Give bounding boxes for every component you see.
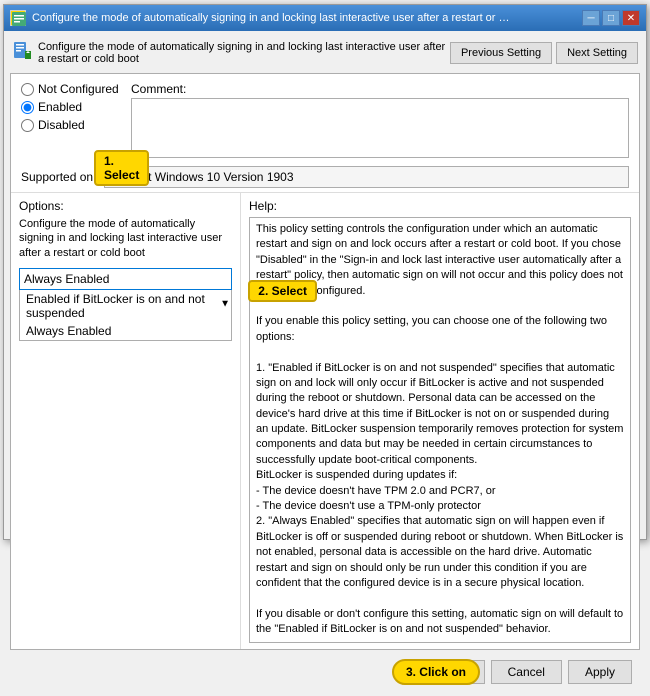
help-panel: Help: This policy setting controls the c… — [241, 193, 639, 649]
dropdown-value: Always Enabled — [24, 269, 109, 289]
radio-disabled[interactable]: Disabled — [21, 118, 121, 132]
dropdown-wrapper: Always Enabled ▼ Enabled if BitLocker is… — [19, 268, 232, 341]
main-panel: Not Configured Enabled 1. Select Disable… — [10, 73, 640, 650]
enabled-label: Enabled — [38, 100, 82, 114]
radio-group: Not Configured Enabled 1. Select Disable… — [21, 82, 121, 132]
minimize-button[interactable]: ─ — [582, 10, 600, 26]
dropdown-option-2[interactable]: Always Enabled — [20, 322, 231, 340]
options-title: Options: — [19, 199, 232, 213]
help-title: Help: — [249, 199, 631, 213]
comment-textarea[interactable] — [131, 98, 629, 158]
window-icon — [10, 10, 26, 26]
window-controls: ─ □ ✕ — [582, 10, 640, 26]
dropdown-option-1[interactable]: Enabled if BitLocker is on and not suspe… — [20, 290, 231, 322]
callout-3-badge: 3. Click on — [392, 659, 480, 685]
cancel-button[interactable]: Cancel — [491, 660, 562, 684]
nav-buttons: Previous Setting Next Setting — [450, 42, 638, 64]
options-description: Configure the mode of automatically sign… — [19, 217, 232, 260]
bottom-bar: 3. Click on OK Cancel Apply — [10, 654, 640, 690]
comment-section: Comment: — [131, 82, 629, 158]
previous-setting-button[interactable]: Previous Setting — [450, 42, 552, 64]
not-configured-label: Not Configured — [38, 82, 119, 96]
supported-value: At least Windows 10 Version 1903 — [104, 166, 629, 188]
comment-label: Comment: — [131, 82, 629, 96]
apply-button[interactable]: Apply — [568, 660, 632, 684]
top-info: Configure the mode of automatically sign… — [12, 41, 450, 65]
supported-label: Supported on: — [21, 170, 96, 184]
callout-1-badge: 1. Select — [94, 150, 149, 186]
lower-section: Options: Configure the mode of automatic… — [11, 192, 639, 649]
disabled-label: Disabled — [38, 118, 85, 132]
maximize-button[interactable]: □ — [602, 10, 620, 26]
content-area: Configure the mode of automatically sign… — [4, 31, 646, 696]
dropdown-list: Enabled if BitLocker is on and not suspe… — [19, 290, 232, 341]
policy-description: Configure the mode of automatically sign… — [38, 41, 450, 65]
main-window: Configure the mode of automatically sign… — [3, 4, 647, 540]
callout-2-badge: 2. Select — [248, 280, 317, 302]
radio-comment-row: Not Configured Enabled 1. Select Disable… — [11, 74, 639, 162]
top-bar: Configure the mode of automatically sign… — [10, 37, 640, 69]
options-panel: Options: Configure the mode of automatic… — [11, 193, 241, 649]
window-title: Configure the mode of automatically sign… — [32, 12, 512, 24]
radio-not-configured[interactable]: Not Configured — [21, 82, 121, 96]
radio-enabled[interactable]: Enabled 1. Select — [21, 100, 121, 114]
title-bar: Configure the mode of automatically sign… — [4, 5, 646, 31]
close-button[interactable]: ✕ — [622, 10, 640, 26]
next-setting-button[interactable]: Next Setting — [556, 42, 638, 64]
policy-icon — [12, 41, 32, 61]
dropdown-display[interactable]: Always Enabled — [19, 268, 232, 290]
